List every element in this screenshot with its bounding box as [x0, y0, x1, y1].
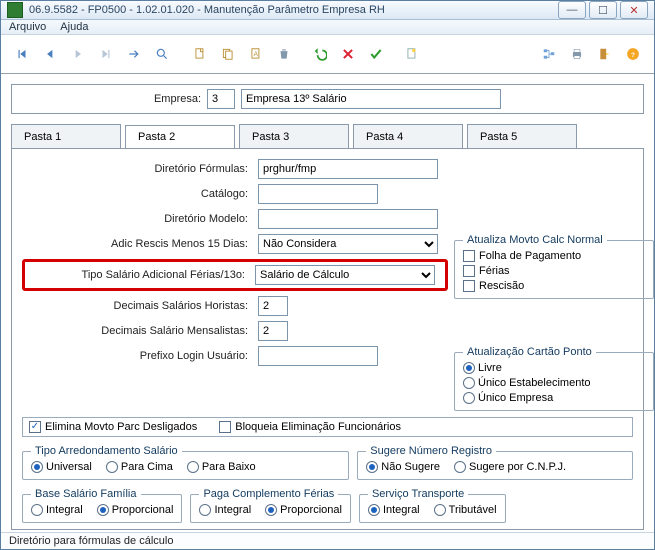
window-title: 06.9.5582 - FP0500 - 1.02.01.020 - Manut…	[29, 4, 558, 16]
pc-proporcional-radio[interactable]: Proporcional	[265, 504, 342, 516]
livre-radio[interactable]: Livre	[463, 362, 645, 374]
edit-button[interactable]: A	[243, 39, 269, 69]
tab-pasta4[interactable]: Pasta 4	[353, 124, 463, 148]
toolbar: A ?	[1, 35, 654, 74]
servico-transp-group: Serviço Transporte Integral Tributável	[359, 488, 506, 523]
menu-ajuda[interactable]: Ajuda	[60, 21, 88, 33]
delete-button[interactable]	[271, 39, 297, 69]
servico-transp-legend: Serviço Transporte	[368, 488, 468, 500]
empresa-label: Empresa:	[154, 93, 201, 105]
para-cima-radio[interactable]: Para Cima	[106, 461, 173, 473]
folha-checkbox[interactable]: Folha de Pagamento	[463, 250, 645, 262]
st-integral-radio[interactable]: Integral	[368, 504, 420, 516]
search-button[interactable]	[149, 39, 175, 69]
bf-proporcional-radio[interactable]: Proporcional	[97, 504, 174, 516]
close-button[interactable]: ✕	[620, 1, 648, 19]
dec-horistas-input[interactable]	[258, 296, 288, 316]
pc-integral-radio[interactable]: Integral	[199, 504, 251, 516]
base-familia-legend: Base Salário Família	[31, 488, 141, 500]
document-button[interactable]	[399, 39, 425, 69]
base-familia-group: Base Salário Família Integral Proporcion…	[22, 488, 182, 523]
nav-last-button[interactable]	[93, 39, 119, 69]
print-button[interactable]	[564, 39, 590, 69]
dec-horistas-label: Decimais Salários Horistas:	[22, 300, 252, 312]
app-icon	[7, 2, 23, 18]
tab-pasta3[interactable]: Pasta 3	[239, 124, 349, 148]
tipo-arred-legend: Tipo Arredondamento Salário	[31, 445, 182, 457]
empresa-code-input[interactable]	[207, 89, 235, 109]
menu-arquivo[interactable]: Arquivo	[9, 21, 46, 33]
relations-button[interactable]	[536, 39, 562, 69]
nao-sugere-radio[interactable]: Não Sugere	[366, 461, 440, 473]
tipo-salario-select[interactable]: Salário de Cálculo	[255, 265, 435, 285]
para-baixo-radio[interactable]: Para Baixo	[187, 461, 256, 473]
tipo-salario-label: Tipo Salário Adicional Férias/13o:	[31, 269, 249, 281]
exit-button[interactable]	[592, 39, 618, 69]
cancel-button[interactable]	[335, 39, 361, 69]
nav-prev-button[interactable]	[37, 39, 63, 69]
tab-body: Diretório Fórmulas: Catálogo: Diretório …	[11, 148, 644, 530]
atualiza-cartao-group: Atualização Cartão Ponto Livre Único Est…	[454, 346, 654, 411]
maximize-button[interactable]: ☐	[589, 1, 617, 19]
dec-mensalistas-input[interactable]	[258, 321, 288, 341]
app-window: 06.9.5582 - FP0500 - 1.02.01.020 - Manut…	[0, 0, 655, 550]
copy-button[interactable]	[215, 39, 241, 69]
confirm-button[interactable]	[363, 39, 389, 69]
nav-next-button[interactable]	[65, 39, 91, 69]
paga-comp-group: Paga Complemento Férias Integral Proporc…	[190, 488, 350, 523]
adic-rescis-label: Adic Rescis Menos 15 Dias:	[22, 238, 252, 250]
minimize-button[interactable]: —	[558, 1, 586, 19]
status-text: Diretório para fórmulas de cálculo	[9, 535, 173, 547]
catalogo-input[interactable]	[258, 184, 378, 204]
universal-radio[interactable]: Universal	[31, 461, 92, 473]
atualiza-cartao-legend: Atualização Cartão Ponto	[463, 346, 596, 358]
rescisao-checkbox[interactable]: Rescisão	[463, 280, 645, 292]
tipo-arred-group: Tipo Arredondamento Salário Universal Pa…	[22, 445, 349, 480]
diretorio-formulas-input[interactable]	[258, 159, 438, 179]
goto-button[interactable]	[121, 39, 147, 69]
svg-text:?: ?	[631, 52, 635, 59]
st-tributavel-radio[interactable]: Tributável	[434, 504, 497, 516]
bloqueia-elim-checkbox[interactable]: Bloqueia Eliminação Funcionários	[219, 421, 401, 433]
new-button[interactable]	[187, 39, 213, 69]
paga-comp-legend: Paga Complemento Férias	[199, 488, 338, 500]
ferias-checkbox[interactable]: Férias	[463, 265, 645, 277]
atualiza-movto-legend: Atualiza Movto Calc Normal	[463, 234, 607, 246]
dec-mensalistas-label: Decimais Salário Mensalistas:	[22, 325, 252, 337]
nav-first-button[interactable]	[9, 39, 35, 69]
cnpj-radio[interactable]: Sugere por C.N.P.J.	[454, 461, 566, 473]
diretorio-modelo-label: Diretório Modelo:	[22, 213, 252, 225]
statusbar: Diretório para fórmulas de cálculo	[1, 532, 654, 549]
content-area: Empresa: Pasta 1 Pasta 2 Pasta 3 Pasta 4…	[1, 74, 654, 532]
help-button[interactable]: ?	[620, 39, 646, 69]
atualiza-movto-group: Atualiza Movto Calc Normal Folha de Paga…	[454, 234, 654, 299]
empresa-name-input[interactable]	[241, 89, 501, 109]
sugere-num-legend: Sugere Número Registro	[366, 445, 496, 457]
unico-estab-radio[interactable]: Único Estabelecimento	[463, 377, 645, 389]
sugere-num-group: Sugere Número Registro Não Sugere Sugere…	[357, 445, 633, 480]
prefixo-login-label: Prefixo Login Usuário:	[22, 350, 252, 362]
tab-pasta5[interactable]: Pasta 5	[467, 124, 577, 148]
svg-text:A: A	[254, 51, 259, 58]
tab-pasta1[interactable]: Pasta 1	[11, 124, 121, 148]
catalogo-label: Catálogo:	[22, 188, 252, 200]
menubar: Arquivo Ajuda	[1, 20, 654, 35]
tipo-salario-highlight: Tipo Salário Adicional Férias/13o: Salár…	[22, 259, 448, 291]
diretorio-modelo-input[interactable]	[258, 209, 438, 229]
elimina-movto-checkbox[interactable]: Elimina Movto Parc Desligados	[29, 421, 197, 433]
titlebar: 06.9.5582 - FP0500 - 1.02.01.020 - Manut…	[1, 1, 654, 20]
prefixo-login-input[interactable]	[258, 346, 378, 366]
tab-pasta2[interactable]: Pasta 2	[125, 125, 235, 149]
bf-integral-radio[interactable]: Integral	[31, 504, 83, 516]
unico-emp-radio[interactable]: Único Empresa	[463, 392, 645, 404]
diretorio-formulas-label: Diretório Fórmulas:	[22, 163, 252, 175]
adic-rescis-select[interactable]: Não Considera	[258, 234, 438, 254]
undo-button[interactable]	[307, 39, 333, 69]
tabs: Pasta 1 Pasta 2 Pasta 3 Pasta 4 Pasta 5	[11, 124, 644, 148]
